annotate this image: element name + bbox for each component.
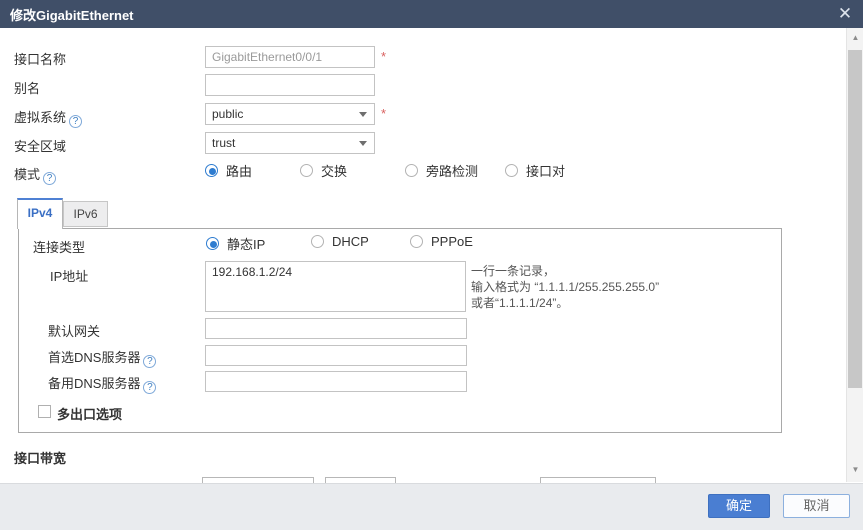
- help-icon[interactable]: ?: [143, 381, 156, 394]
- alias-input[interactable]: [205, 74, 375, 96]
- mode-radio-interface-pair[interactable]: 接口对: [505, 161, 565, 180]
- required-marker: *: [381, 106, 386, 121]
- close-icon[interactable]: ✕: [835, 4, 855, 24]
- primary-dns-input[interactable]: [205, 345, 467, 366]
- ok-button[interactable]: 确定: [708, 494, 770, 518]
- help-icon[interactable]: ?: [69, 115, 82, 128]
- radio-icon: [300, 164, 313, 177]
- interface-name-label: 接口名称: [14, 49, 66, 68]
- multi-exit-checkbox[interactable]: [38, 405, 51, 418]
- default-gateway-input[interactable]: [205, 318, 467, 339]
- multi-exit-label: 多出口选项: [57, 404, 122, 423]
- chevron-down-icon: [359, 112, 367, 117]
- required-marker: *: [381, 49, 386, 64]
- secondary-dns-label: 备用DNS服务器?: [48, 373, 156, 394]
- cancel-button[interactable]: 取消: [783, 494, 850, 518]
- alias-label: 别名: [14, 78, 40, 97]
- scrollbar[interactable]: ▲ ▼: [846, 28, 863, 482]
- ip-address-hint: 一行一条记录， 输入格式为 “1.1.1.1/255.255.255.0” 或者…: [471, 263, 659, 311]
- radio-selected-icon: [205, 164, 218, 177]
- default-gateway-label: 默认网关: [48, 321, 100, 340]
- radio-icon: [505, 164, 518, 177]
- virtual-system-select[interactable]: public: [205, 103, 375, 125]
- interface-name-input[interactable]: [205, 46, 375, 68]
- dialog-title: 修改GigabitEthernet: [0, 5, 134, 24]
- security-zone-select[interactable]: trust: [205, 132, 375, 154]
- security-zone-label: 安全区域: [14, 136, 66, 155]
- connection-type-label: 连接类型: [33, 237, 85, 256]
- scroll-down-icon[interactable]: ▼: [847, 463, 863, 477]
- tab-ipv4[interactable]: IPv4: [17, 198, 63, 229]
- radio-selected-icon: [206, 237, 219, 250]
- mode-radio-route[interactable]: 路由: [205, 161, 252, 180]
- radio-icon: [410, 235, 423, 248]
- modify-interface-dialog: 修改GigabitEthernet ✕ 接口名称 * 别名 虚拟系统? publ…: [0, 0, 863, 530]
- radio-icon: [311, 235, 324, 248]
- ip-address-textarea[interactable]: 192.168.1.2/24: [205, 261, 466, 312]
- radio-icon: [405, 164, 418, 177]
- bandwidth-section-title: 接口带宽: [14, 448, 66, 467]
- dialog-titlebar: 修改GigabitEthernet ✕: [0, 0, 863, 28]
- virtual-system-label: 虚拟系统?: [14, 107, 82, 128]
- secondary-dns-input[interactable]: [205, 371, 467, 392]
- tab-ipv6[interactable]: IPv6: [63, 201, 108, 227]
- dialog-footer: 确定 取消: [0, 483, 863, 530]
- conn-radio-static-ip[interactable]: 静态IP: [206, 234, 265, 253]
- mode-label: 模式?: [14, 164, 56, 185]
- security-zone-value: trust: [212, 136, 235, 150]
- virtual-system-value: public: [212, 107, 243, 121]
- scroll-up-icon[interactable]: ▲: [847, 31, 863, 45]
- scrollbar-thumb[interactable]: [848, 50, 862, 388]
- mode-radio-switch[interactable]: 交换: [300, 161, 347, 180]
- chevron-down-icon: [359, 141, 367, 146]
- help-icon[interactable]: ?: [43, 172, 56, 185]
- conn-radio-pppoe[interactable]: PPPoE: [410, 234, 473, 249]
- mode-radio-bypass[interactable]: 旁路检测: [405, 161, 478, 180]
- primary-dns-label: 首选DNS服务器?: [48, 347, 156, 368]
- conn-radio-dhcp[interactable]: DHCP: [311, 234, 369, 249]
- help-icon[interactable]: ?: [143, 355, 156, 368]
- ip-address-label: IP地址: [50, 266, 88, 285]
